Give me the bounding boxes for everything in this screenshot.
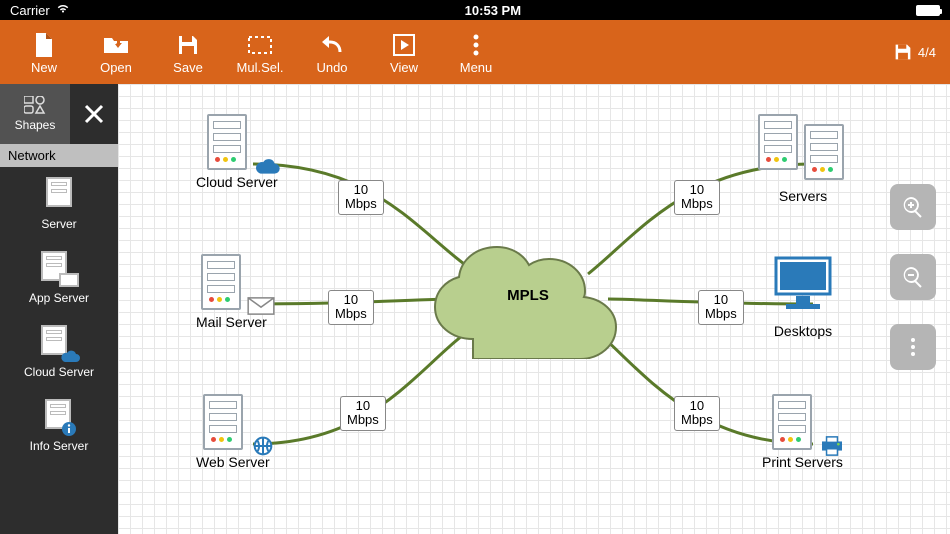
undo-icon	[296, 30, 368, 60]
mail-icon	[247, 296, 275, 316]
open-button[interactable]: Open	[80, 30, 152, 75]
clock: 10:53 PM	[465, 3, 521, 18]
undo-button[interactable]: Undo	[296, 30, 368, 75]
link-label: 10Mbps	[340, 396, 386, 431]
globe-icon	[249, 436, 277, 456]
carrier-label: Carrier	[10, 3, 50, 18]
node-mpls-cloud[interactable]: MPLS	[428, 239, 628, 359]
status-bar: Carrier 10:53 PM	[0, 0, 950, 20]
node-cloud-server[interactable]: Cloud Server	[196, 114, 278, 190]
page-indicator[interactable]: 4/4	[894, 43, 942, 61]
main-toolbar: New Open Save Mul.Sel. Undo View Menu 4/…	[0, 20, 950, 84]
cloud-icon	[253, 156, 281, 176]
link-label: 10Mbps	[338, 180, 384, 215]
save-icon	[152, 30, 224, 60]
diagram-canvas[interactable]: Cloud Server Mail Server Web Server Serv…	[118, 84, 950, 534]
node-print-servers[interactable]: Print Servers	[762, 394, 843, 470]
node-web-server[interactable]: Web Server	[196, 394, 270, 470]
shapes-icon	[24, 96, 46, 114]
printer-icon	[818, 436, 846, 456]
palette-app-server[interactable]: App Server	[0, 241, 118, 315]
menu-button[interactable]: Menu	[440, 30, 512, 75]
info-icon	[61, 421, 77, 437]
save-button[interactable]: Save	[152, 30, 224, 75]
shapes-tab[interactable]: Shapes	[0, 84, 70, 144]
zoom-out-button[interactable]	[890, 254, 936, 300]
selection-icon	[224, 30, 296, 60]
link-label: 10Mbps	[674, 396, 720, 431]
close-icon	[83, 103, 105, 125]
new-file-icon	[8, 30, 80, 60]
view-button[interactable]: View	[368, 30, 440, 75]
play-view-icon	[368, 30, 440, 60]
kebab-icon	[440, 30, 512, 60]
node-mail-server[interactable]: Mail Server	[196, 254, 267, 330]
palette-cloud-server[interactable]: Cloud Server	[0, 315, 118, 389]
floating-controls	[890, 184, 936, 370]
zoom-out-icon	[901, 265, 925, 289]
node-desktops[interactable]: Desktops	[770, 254, 836, 339]
link-label: 10Mbps	[328, 290, 374, 325]
battery-icon	[916, 5, 940, 16]
new-button[interactable]: New	[8, 30, 80, 75]
open-folder-icon	[80, 30, 152, 60]
palette-server[interactable]: Server	[0, 167, 118, 241]
link-label: 10Mbps	[674, 180, 720, 215]
palette-info-server[interactable]: Info Server	[0, 389, 118, 463]
category-header[interactable]: Network	[0, 144, 118, 167]
close-sidebar-button[interactable]	[70, 84, 118, 144]
cloud-icon	[59, 349, 81, 363]
zoom-in-button[interactable]	[890, 184, 936, 230]
wifi-icon	[56, 2, 70, 19]
multiselect-button[interactable]: Mul.Sel.	[224, 30, 296, 75]
more-button[interactable]	[890, 324, 936, 370]
shape-sidebar: Shapes Network Server App Server Cloud S…	[0, 84, 118, 534]
save-small-icon	[894, 43, 912, 61]
node-servers[interactable]: Servers	[758, 114, 848, 204]
link-label: 10Mbps	[698, 290, 744, 325]
kebab-icon	[901, 335, 925, 359]
desktop-icon	[770, 254, 836, 314]
zoom-in-icon	[901, 195, 925, 219]
